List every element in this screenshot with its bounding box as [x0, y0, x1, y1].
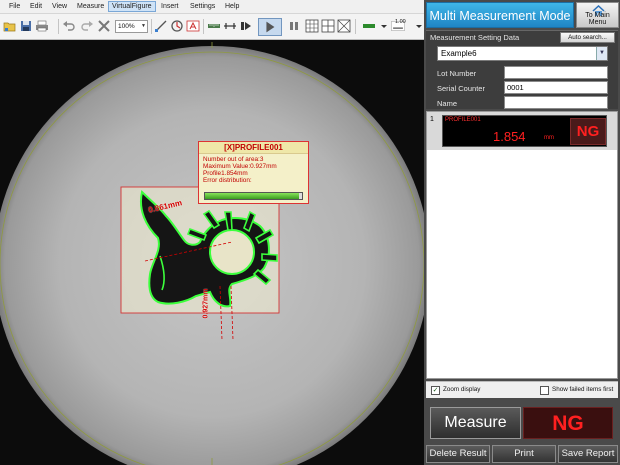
pause-icon[interactable]	[287, 19, 301, 33]
result-card: PROFILE001 1.854 mm NG	[442, 115, 607, 147]
main-menu-button[interactable]: To Main Menu	[576, 2, 619, 28]
ruler-icon[interactable]	[207, 19, 221, 33]
result-row[interactable]: 1 PROFILE001 1.854 mm NG	[427, 112, 617, 150]
info-box-title-prefix: [X]	[224, 143, 235, 152]
overall-status-badge: NG	[523, 407, 613, 439]
menu-insert[interactable]: Insert	[158, 2, 182, 13]
info-box-title-text: PROFILE001	[234, 143, 283, 152]
chevron-down-icon: ▼	[141, 23, 146, 29]
result-list[interactable]: 1 PROFILE001 1.854 mm NG	[426, 111, 618, 379]
name-field[interactable]	[504, 96, 608, 109]
toolbar-separator	[151, 19, 152, 34]
setting-block: Measurement Setting Data Auto search... …	[426, 30, 618, 109]
toolbar-separator	[58, 19, 59, 34]
error-distribution-bar	[204, 192, 303, 200]
line-width-select[interactable]: 1.00	[391, 19, 411, 33]
viewer-canvas	[0, 42, 424, 465]
info-box-title: [X]PROFILE001	[199, 142, 308, 154]
cross-grid-icon[interactable]	[337, 19, 351, 33]
save-report-button[interactable]: Save Report	[558, 445, 618, 463]
measure-button[interactable]: Measure	[430, 407, 521, 439]
info-line: Number out of area:3	[203, 156, 264, 163]
info-line: Profile1.854mm	[203, 170, 248, 177]
info-line: Maximum Value:0.927mm	[203, 163, 277, 170]
delete-icon[interactable]	[97, 19, 111, 33]
print-icon[interactable]	[35, 19, 49, 33]
setting-data-label: Measurement Setting Data	[430, 33, 520, 42]
open-folder-icon[interactable]	[3, 19, 17, 33]
lot-number-field[interactable]	[504, 66, 608, 79]
chevron-down-icon[interactable]	[377, 19, 387, 33]
menu-bar: File Edit View Measure VirtualFigure Ins…	[0, 0, 424, 14]
menu-file[interactable]: File	[6, 2, 23, 13]
zoom-select[interactable]: 100% ▼	[115, 20, 148, 33]
fill-color-icon[interactable]	[362, 19, 376, 33]
menu-settings[interactable]: Settings	[187, 2, 218, 13]
auto-search-button[interactable]: Auto search...	[560, 32, 615, 43]
menu-view[interactable]: View	[49, 2, 70, 13]
step-icon[interactable]	[239, 19, 253, 33]
result-index: 1	[430, 116, 434, 123]
lot-number-label: Lot Number	[437, 69, 477, 78]
print-button[interactable]: Print	[492, 445, 556, 463]
serial-counter-label: Serial Counter	[437, 84, 485, 93]
play-icon	[266, 21, 275, 33]
play-button[interactable]	[258, 18, 282, 36]
mode-title: Multi Measurement Mode	[426, 2, 574, 28]
toolbar-separator	[203, 19, 204, 34]
chevron-down-icon[interactable]	[412, 19, 422, 33]
show-failed-first-checkbox[interactable]	[540, 386, 549, 395]
error-distribution-fill	[205, 193, 300, 199]
save-icon[interactable]	[19, 19, 33, 33]
undo-icon[interactable]	[62, 19, 76, 33]
display-options: ✓ Zoom display Show failed items first	[426, 381, 618, 398]
zoom-value: 100%	[118, 23, 135, 30]
name-label: Name	[437, 99, 458, 108]
toolbar: 100% ▼ 1.00	[0, 14, 424, 40]
zoom-display-checkbox[interactable]: ✓	[431, 386, 440, 395]
dimension-label: 0.927mm	[202, 288, 210, 319]
menu-help[interactable]: Help	[222, 2, 242, 13]
show-failed-first-label: Show failed items first	[552, 386, 614, 393]
edge-tool-icon[interactable]	[223, 19, 237, 33]
line-width-value: 1.00	[395, 19, 406, 25]
result-status-badge: NG	[570, 118, 606, 145]
redo-icon[interactable]	[80, 19, 94, 33]
menu-edit[interactable]: Edit	[27, 2, 45, 13]
right-panel: Multi Measurement Mode To Main Menu Meas…	[424, 0, 620, 465]
main-menu-label: To Main Menu	[585, 12, 610, 26]
zoom-display-label: Zoom display	[443, 386, 481, 393]
setting-data-value: Example6	[441, 49, 477, 58]
text-tool-icon[interactable]	[186, 19, 200, 33]
crosshair-icon[interactable]	[321, 19, 335, 33]
setting-data-select[interactable]: Example6 ▼	[437, 46, 608, 61]
menu-virtualfigure[interactable]: VirtualFigure	[108, 1, 156, 12]
result-unit: mm	[544, 135, 554, 141]
chevron-down-icon: ▼	[596, 47, 607, 60]
info-line: Error distribution:	[203, 177, 252, 184]
result-value: 1.854	[493, 129, 526, 144]
menu-measure[interactable]: Measure	[74, 2, 107, 13]
serial-counter-field[interactable]: 0001	[504, 81, 608, 94]
toolbar-separator	[355, 19, 356, 34]
measure-tool-icon[interactable]	[154, 19, 168, 33]
settings-tool-icon[interactable]	[170, 19, 184, 33]
image-viewer[interactable]: [X]PROFILE001 Number out of area:3 Maxim…	[0, 40, 424, 465]
profile-info-box[interactable]: [X]PROFILE001 Number out of area:3 Maxim…	[198, 141, 309, 204]
grid-icon[interactable]	[305, 19, 319, 33]
delete-result-button[interactable]: Delete Result	[426, 445, 490, 463]
result-name: PROFILE001	[445, 117, 481, 123]
